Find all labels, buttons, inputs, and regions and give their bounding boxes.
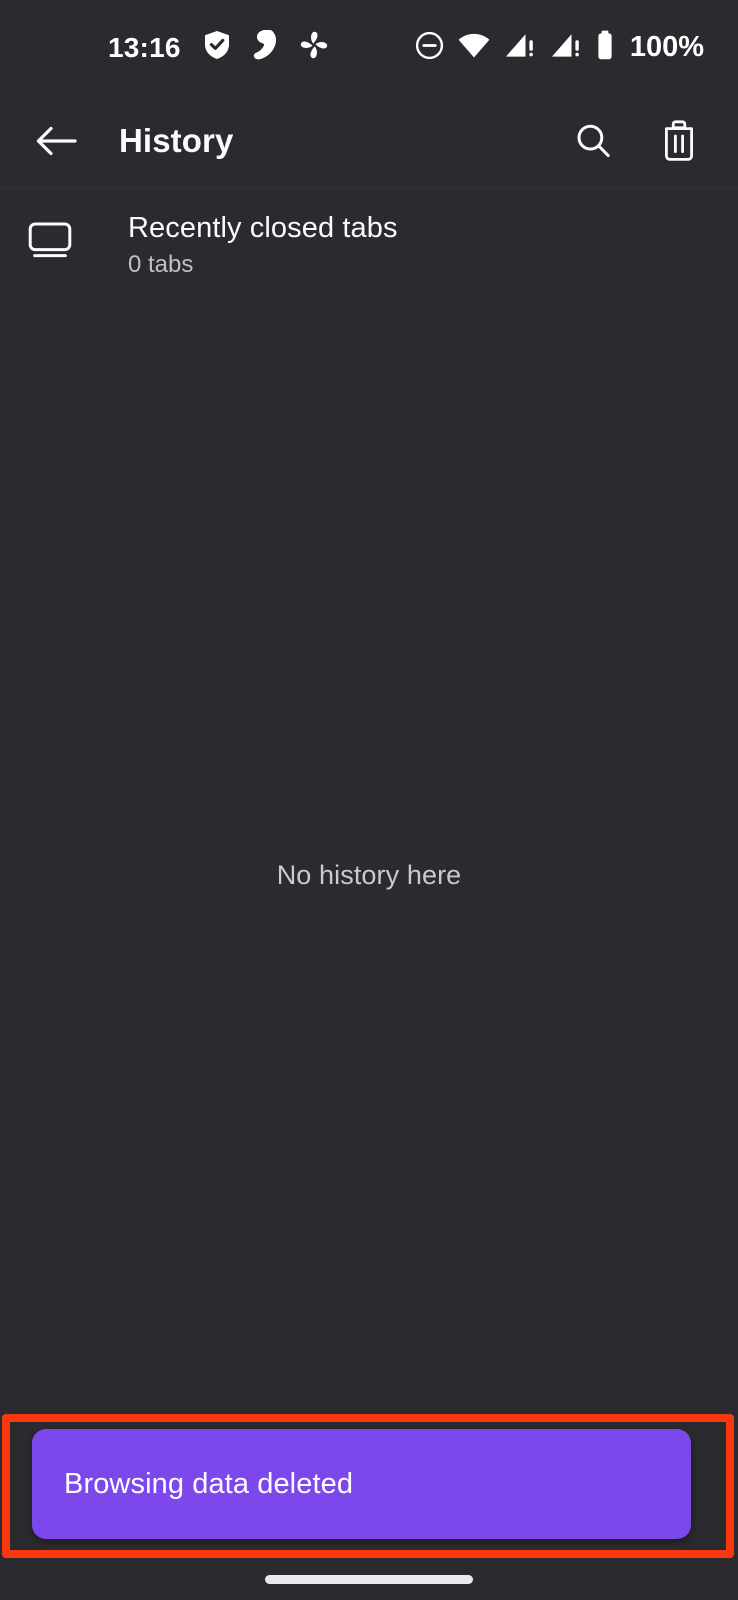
recently-closed-tabs-title: Recently closed tabs (128, 212, 398, 244)
app-bar-actions (564, 112, 708, 170)
cellular-signal-2-icon (550, 33, 582, 63)
cellular-signal-1-icon (504, 33, 536, 63)
system-navigation-bar (0, 1558, 738, 1600)
delete-browsing-data-button[interactable] (650, 112, 708, 170)
status-bar-right: 100% (415, 30, 704, 65)
search-button[interactable] (564, 112, 622, 170)
arrow-left-icon (36, 126, 77, 156)
battery-percent-label: 100% (629, 31, 704, 63)
empty-state-message: No history here (276, 860, 462, 891)
tabs-icon (24, 216, 76, 268)
recently-closed-tabs-count: 0 tabs (128, 251, 194, 279)
do-not-disturb-icon (415, 31, 444, 65)
top-app-bar: History (0, 95, 738, 188)
back-button[interactable] (24, 109, 88, 173)
trash-icon (665, 120, 693, 161)
battery-icon (596, 30, 614, 65)
history-empty-state: No history here (0, 301, 738, 1600)
search-icon (577, 124, 610, 158)
snackbar-message: Browsing data deleted (64, 1467, 354, 1500)
status-clock: 13:16 (108, 31, 181, 63)
surfshark-vpn-icon (253, 29, 277, 65)
status-bar-left: 13:16 (108, 29, 329, 65)
home-indicator[interactable] (265, 1574, 473, 1584)
history-screen: 13:16 100% History Recently closed tabs … (0, 0, 738, 1600)
wifi-icon (458, 33, 490, 63)
page-title: History (119, 122, 234, 159)
recently-closed-tabs-row[interactable]: Recently closed tabs 0 tabs (0, 188, 738, 301)
status-bar: 13:16 100% (0, 0, 738, 95)
pinwheel-icon (299, 30, 329, 65)
snackbar-browsing-data-deleted[interactable]: Browsing data deleted (32, 1429, 691, 1539)
shield-check-icon (203, 30, 231, 65)
recently-closed-tabs-text: Recently closed tabs 0 tabs (128, 212, 398, 279)
